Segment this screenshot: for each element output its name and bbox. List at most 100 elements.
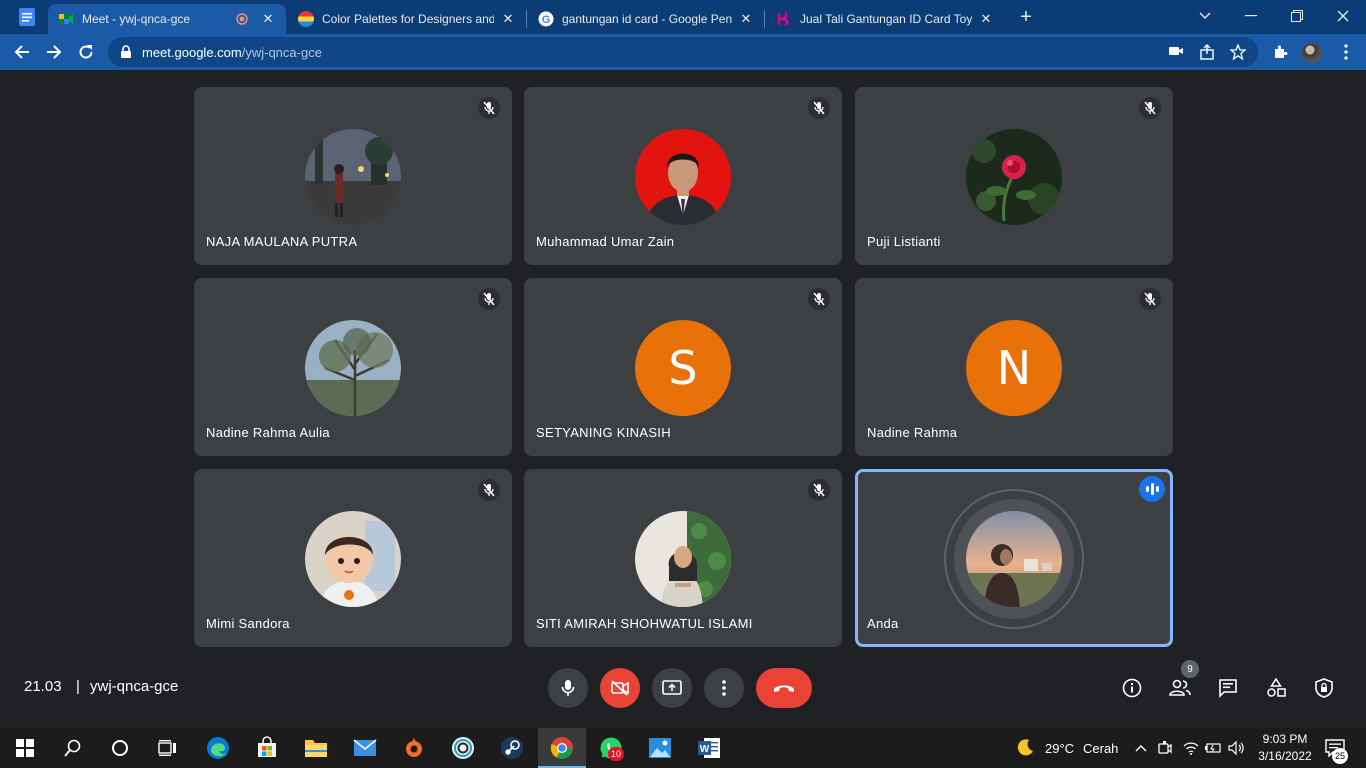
speaking-indicator-icon	[1139, 476, 1165, 502]
chat-icon[interactable]	[1213, 673, 1243, 703]
participant-photo	[966, 511, 1062, 607]
participant-tile[interactable]: N Nadine Rahma	[855, 278, 1173, 456]
google-favicon-icon: G	[538, 11, 554, 27]
participant-tile[interactable]: SITI AMIRAH SHOHWATUL ISLAMI	[524, 469, 842, 647]
mic-off-icon	[808, 288, 830, 310]
participant-initial-avatar: S	[635, 320, 731, 416]
search-icon[interactable]	[60, 735, 86, 761]
meeting-code: ywj-qnca-gce	[90, 678, 179, 695]
tab-close-icon[interactable]: ✕	[500, 11, 516, 27]
mic-off-icon	[808, 479, 830, 501]
origin-icon[interactable]	[401, 735, 427, 761]
tab-title: Color Palettes for Designers and A	[322, 12, 494, 26]
tab-search-button[interactable]	[1182, 4, 1228, 28]
participant-photo	[635, 511, 731, 607]
tab-shop[interactable]: Jual Tali Gantungan ID Card Toyot ✕	[766, 4, 1004, 34]
notification-count-badge: 25	[1332, 748, 1348, 764]
back-button[interactable]	[9, 39, 35, 65]
meeting-time: 21.03	[24, 678, 62, 695]
new-tab-button[interactable]: +	[1014, 6, 1038, 28]
chrome-icon[interactable]	[549, 735, 575, 761]
tab-separator	[764, 10, 765, 28]
participant-photo	[635, 129, 731, 225]
participant-name: Nadine Rahma	[867, 425, 958, 440]
tab-separator	[526, 10, 527, 28]
edge-icon[interactable]	[205, 735, 231, 761]
clock-time[interactable]: 9:03 PM	[1258, 732, 1312, 746]
profile-avatar[interactable]	[1302, 43, 1322, 63]
leave-call-button[interactable]	[756, 668, 812, 708]
meet-tray-icon[interactable]	[1152, 735, 1178, 761]
participant-name: Anda	[867, 616, 899, 631]
participant-name: Mimi Sandora	[206, 616, 290, 631]
whatsapp-unread-badge: 10	[608, 747, 624, 761]
windows-start-icon[interactable]	[12, 735, 38, 761]
extensions-icon[interactable]	[1268, 40, 1292, 64]
shop-favicon-icon	[776, 11, 792, 27]
tab-close-icon[interactable]: ✕	[978, 11, 994, 27]
tab-close-icon[interactable]: ✕	[260, 11, 276, 27]
browser-app-icon[interactable]	[450, 735, 476, 761]
camera-off-button[interactable]	[600, 668, 640, 708]
tab-color-palettes[interactable]: Color Palettes for Designers and A ✕	[288, 4, 526, 34]
activities-icon[interactable]	[1261, 673, 1291, 703]
host-controls-icon[interactable]	[1309, 673, 1339, 703]
tab-google-search[interactable]: G gantungan id card - Google Pene ✕	[528, 4, 764, 34]
self-tile[interactable]: Anda	[855, 469, 1173, 647]
word-icon[interactable]: W	[696, 735, 722, 761]
docs-app-icon[interactable]	[14, 6, 40, 28]
bookmark-star-icon[interactable]	[1229, 43, 1248, 61]
weather-moon-icon[interactable]	[1012, 735, 1038, 761]
tab-close-icon[interactable]: ✕	[738, 11, 754, 27]
more-options-button[interactable]	[704, 668, 744, 708]
store-icon[interactable]	[254, 735, 280, 761]
participant-name: Puji Listianti	[867, 234, 941, 249]
photos-icon[interactable]	[647, 735, 673, 761]
microphone-button[interactable]	[548, 668, 588, 708]
address-bar[interactable]: meet.google.com/ywj-qnca-gce	[108, 37, 1258, 67]
file-explorer-icon[interactable]	[303, 735, 329, 761]
present-screen-button[interactable]	[652, 668, 692, 708]
battery-icon[interactable]	[1200, 735, 1226, 761]
restore-button[interactable]	[1274, 4, 1320, 28]
svg-text:G: G	[542, 14, 551, 26]
mail-icon[interactable]	[352, 735, 378, 761]
browser-toolbar: meet.google.com/ywj-qnca-gce	[0, 34, 1366, 70]
meeting-details-icon[interactable]	[1117, 673, 1147, 703]
participant-photo	[305, 129, 401, 225]
close-window-button[interactable]	[1320, 4, 1366, 28]
participant-tile[interactable]: Mimi Sandora	[194, 469, 512, 647]
participant-tile[interactable]: Nadine Rahma Aulia	[194, 278, 512, 456]
mic-off-icon	[1139, 288, 1161, 310]
minimize-button[interactable]	[1228, 4, 1274, 28]
browser-menu-icon[interactable]	[1338, 40, 1354, 64]
palette-favicon-icon	[298, 11, 314, 27]
participant-tile[interactable]: Muhammad Umar Zain	[524, 87, 842, 265]
share-icon[interactable]	[1199, 44, 1217, 60]
lock-icon[interactable]	[120, 45, 132, 59]
mic-off-icon	[808, 97, 830, 119]
task-view-icon[interactable]	[155, 735, 181, 761]
windows-taskbar: 10 W 29°C Cerah 9:03 PM 3/16/2022 25	[0, 728, 1366, 768]
reload-button[interactable]	[73, 39, 99, 65]
participant-tile[interactable]: Puji Listianti	[855, 87, 1173, 265]
clock-date[interactable]: 3/16/2022	[1252, 749, 1318, 763]
participant-tile[interactable]: S SETYANING KINASIH	[524, 278, 842, 456]
camera-permission-icon[interactable]	[1168, 44, 1186, 60]
weather-temperature[interactable]: 29°C	[1045, 741, 1074, 756]
url-text: meet.google.com/ywj-qnca-gce	[142, 45, 322, 60]
volume-icon[interactable]	[1224, 735, 1250, 761]
mic-off-icon	[478, 288, 500, 310]
tab-meet[interactable]: Meet - ywj-qnca-gce ✕	[48, 4, 286, 34]
people-icon[interactable]	[1165, 673, 1195, 703]
steam-icon[interactable]	[499, 735, 525, 761]
weather-description[interactable]: Cerah	[1083, 741, 1118, 756]
meeting-info-separator: |	[76, 678, 80, 695]
mic-off-icon	[1139, 97, 1161, 119]
meet-favicon-icon	[58, 11, 74, 27]
participant-tile[interactable]: NAJA MAULANA PUTRA	[194, 87, 512, 265]
cortana-icon[interactable]	[107, 735, 133, 761]
show-hidden-icons-icon[interactable]	[1128, 735, 1154, 761]
forward-button[interactable]	[41, 39, 67, 65]
mic-off-icon	[478, 97, 500, 119]
